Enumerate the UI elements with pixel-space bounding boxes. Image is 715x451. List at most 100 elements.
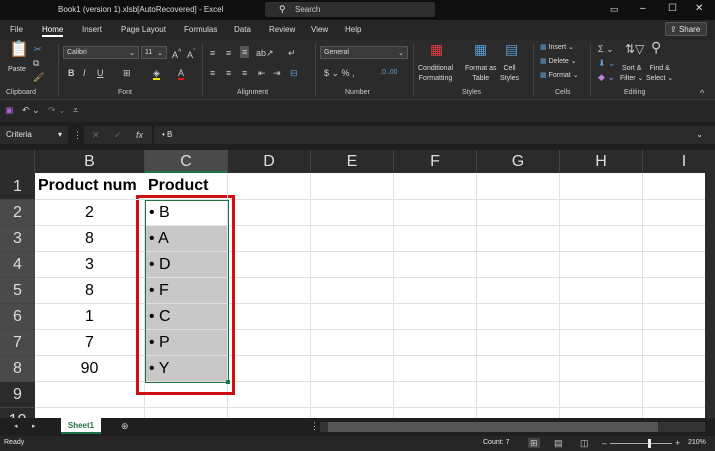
paste-button[interactable]: Paste <box>8 65 26 75</box>
merge-center-icon[interactable]: ⊟ <box>290 68 298 78</box>
cell-f2[interactable] <box>394 200 477 226</box>
row-header-5[interactable]: 5 <box>0 278 35 304</box>
cell-h6[interactable] <box>560 304 643 330</box>
align-top-icon[interactable]: ≡ <box>210 48 215 58</box>
cell-g2[interactable] <box>477 200 560 226</box>
cell-e8[interactable] <box>311 356 394 382</box>
cell-i8[interactable] <box>643 356 705 382</box>
wrap-text-icon[interactable]: ↵ <box>288 48 296 58</box>
sort-filter-icon[interactable]: ⇅▽ <box>625 43 644 55</box>
cell-h8[interactable] <box>560 356 643 382</box>
formula-input[interactable]: • B ⌄ <box>154 126 715 144</box>
cell-c5[interactable]: • F <box>145 278 228 304</box>
cancel-icon[interactable]: ✕ <box>92 130 100 140</box>
cell-d10[interactable] <box>228 408 311 418</box>
cell-c2[interactable]: • B <box>145 200 228 226</box>
cell-f6[interactable] <box>394 304 477 330</box>
row-header-6[interactable]: 6 <box>0 304 35 330</box>
zoom-slider[interactable] <box>610 439 672 448</box>
format-cells-button[interactable]: ▦ Format ⌄ <box>540 71 579 81</box>
cell-g6[interactable] <box>477 304 560 330</box>
tab-review[interactable]: Review <box>269 25 295 34</box>
cell-g5[interactable] <box>477 278 560 304</box>
cell-e1[interactable] <box>311 173 394 200</box>
row-header-1[interactable]: 1 <box>0 173 35 200</box>
font-size-select[interactable]: 11 ⌄ <box>141 46 167 59</box>
find-select-button[interactable]: Find & Select ⌄ <box>646 64 673 84</box>
tab-data[interactable]: Data <box>234 25 251 34</box>
cell-c3[interactable]: • A <box>145 226 228 252</box>
select-all-corner[interactable] <box>0 150 35 173</box>
cell-c7[interactable]: • P <box>145 330 228 356</box>
cell-i9[interactable] <box>643 382 705 408</box>
horizontal-scrollbar[interactable] <box>320 422 705 432</box>
cell-d4[interactable] <box>228 252 311 278</box>
cell-d8[interactable] <box>228 356 311 382</box>
cell-f8[interactable] <box>394 356 477 382</box>
cell-i1[interactable] <box>643 173 705 200</box>
cell-b6[interactable]: 1 <box>35 304 145 330</box>
cell-h4[interactable] <box>560 252 643 278</box>
cell-b8[interactable]: 90 <box>35 356 145 382</box>
cell-b3[interactable]: 8 <box>35 226 145 252</box>
page-break-view-icon[interactable]: ◫ <box>580 438 589 448</box>
fill-icon[interactable]: ⬇ ⌄ <box>598 58 616 68</box>
cell-e9[interactable] <box>311 382 394 408</box>
row-header-8[interactable]: 8 <box>0 356 35 382</box>
column-header-f[interactable]: F <box>394 150 477 173</box>
sheet-tab-sheet1[interactable]: Sheet1 <box>61 418 101 434</box>
decrease-font-icon[interactable]: Aˇ <box>187 47 196 60</box>
cell-g1[interactable] <box>477 173 560 200</box>
tab-home[interactable]: Home <box>42 25 64 37</box>
cell-i4[interactable] <box>643 252 705 278</box>
format-painter-icon[interactable]: 🖌 <box>33 72 44 82</box>
column-header-i[interactable]: I <box>643 150 705 173</box>
column-header-e[interactable]: E <box>311 150 394 173</box>
copy-icon[interactable]: ⧉ <box>33 58 39 68</box>
currency-icon[interactable]: $ ⌄ % , <box>324 68 355 78</box>
cell-h7[interactable] <box>560 330 643 356</box>
cell-f3[interactable] <box>394 226 477 252</box>
tab-file[interactable]: File <box>10 25 23 34</box>
cell-i10[interactable] <box>643 408 705 418</box>
undo-icon[interactable]: ↶ ⌄ <box>22 105 40 115</box>
cell-h1[interactable] <box>560 173 643 200</box>
cell-g7[interactable] <box>477 330 560 356</box>
cell-e3[interactable] <box>311 226 394 252</box>
cell-b1[interactable]: Product num <box>35 173 145 200</box>
cell-g10[interactable] <box>477 408 560 418</box>
align-left-icon[interactable]: ≡ <box>210 68 215 78</box>
bold-icon[interactable]: B <box>68 68 75 78</box>
cell-f7[interactable] <box>394 330 477 356</box>
format-as-table-icon[interactable]: ▦ <box>474 42 487 56</box>
cell-b9[interactable] <box>35 382 145 408</box>
cell-c10[interactable] <box>145 408 228 418</box>
find-icon[interactable]: ⚲ <box>651 40 661 54</box>
clear-icon[interactable]: ◆ ⌄ <box>598 72 615 82</box>
zoom-in-icon[interactable]: + <box>675 438 680 448</box>
autosum-icon[interactable]: Σ ⌄ <box>598 44 614 54</box>
zoom-out-icon[interactable]: – <box>602 438 607 448</box>
add-sheet-icon[interactable]: ⊕ <box>121 421 129 431</box>
cell-c1[interactable]: Product <box>145 173 228 200</box>
cell-g9[interactable] <box>477 382 560 408</box>
row-header-4[interactable]: 4 <box>0 252 35 278</box>
align-right-icon[interactable]: ≡ <box>242 68 247 78</box>
tab-page-layout[interactable]: Page Layout <box>121 25 166 34</box>
tab-insert[interactable]: Insert <box>82 25 102 34</box>
italic-icon[interactable]: I <box>83 68 86 78</box>
maximize-button[interactable]: ☐ <box>668 3 677 14</box>
font-color-icon[interactable]: A <box>178 68 185 80</box>
cell-e5[interactable] <box>311 278 394 304</box>
customize-qat-icon[interactable]: ⩡ <box>73 105 78 115</box>
cell-e4[interactable] <box>311 252 394 278</box>
column-header-c[interactable]: C <box>145 150 228 173</box>
cell-i2[interactable] <box>643 200 705 226</box>
spreadsheet-grid[interactable]: B C D E F G H I 1 Product num Product 2 2 • B 3 8 • A 4 3 •… <box>0 150 705 418</box>
tab-split-handle[interactable]: ⋮ <box>310 421 319 431</box>
row-header-7[interactable]: 7 <box>0 330 35 356</box>
cell-c8[interactable]: • Y <box>145 356 228 382</box>
cell-b5[interactable]: 8 <box>35 278 145 304</box>
decimal-icon[interactable]: .0 .00 <box>380 68 398 78</box>
increase-indent-icon[interactable]: ⇥ <box>273 68 281 78</box>
